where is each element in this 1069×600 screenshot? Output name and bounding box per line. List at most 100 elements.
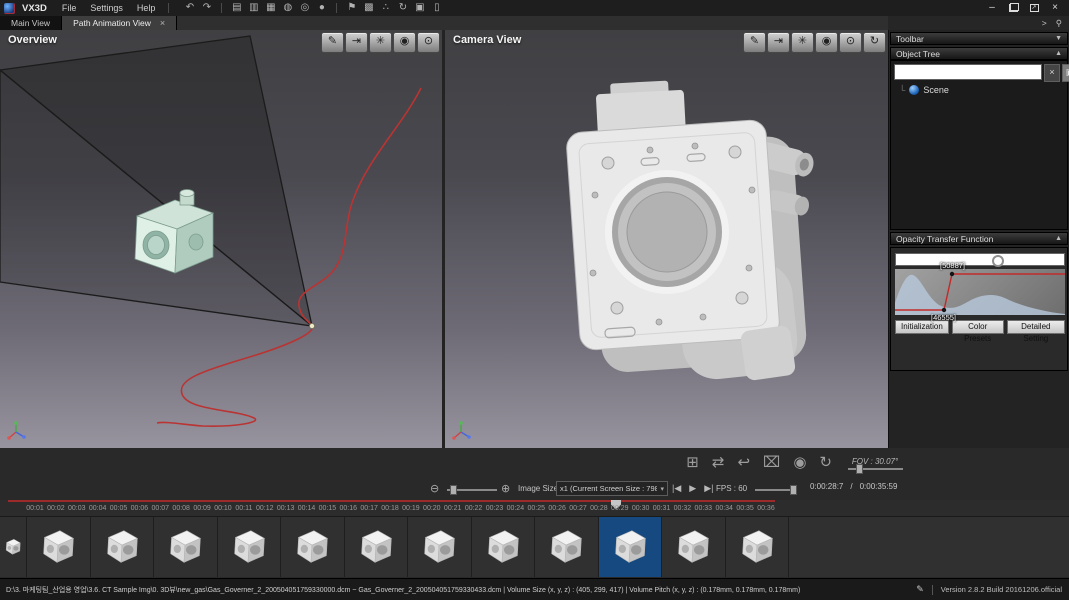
keyframe-thumbnail[interactable] (726, 517, 790, 577)
close-button[interactable]: × (1049, 1, 1061, 15)
keyframe-thumbnail[interactable] (662, 517, 726, 577)
region-icon[interactable]: ▩ (360, 0, 377, 16)
search-clear-button[interactable]: × (1044, 64, 1060, 82)
report-icon[interactable]: ▯ (428, 0, 445, 16)
snapshot-icon[interactable]: ◉ (815, 32, 838, 53)
update-keyframe-icon[interactable]: ⇄ (712, 450, 725, 476)
menu-help[interactable]: Help (130, 0, 163, 16)
effects-icon[interactable]: ✳ (369, 32, 392, 53)
otf-panel-header[interactable]: Opacity Transfer Function ▲ (890, 232, 1068, 245)
minimize-button[interactable]: – (986, 1, 998, 15)
flag-icon[interactable]: ⚑ (343, 0, 360, 16)
camera-viewport[interactable]: Camera View ✎⇥✳◉⊙↻ (445, 30, 888, 448)
restore-button[interactable] (1007, 1, 1019, 15)
keyframe-thumbnail[interactable] (345, 517, 409, 577)
otf-color-bar[interactable] (895, 253, 1065, 266)
initialization-button[interactable]: Initialization (895, 320, 949, 334)
render-mode-icon[interactable]: ◍ (279, 0, 296, 16)
keyframe-thumbnail[interactable] (27, 517, 91, 577)
otf-lower-node[interactable] (942, 308, 946, 312)
chevron-up-icon[interactable]: ▲ (1055, 50, 1062, 57)
edit-note-icon[interactable]: ✎ (916, 584, 924, 595)
sphere-view-icon[interactable]: ● (313, 0, 330, 16)
fps-slider[interactable] (755, 489, 797, 491)
import-keyframe-icon[interactable]: ⇥ (767, 32, 790, 53)
edit-path-icon[interactable]: ✎ (321, 32, 344, 53)
detailed-setting-button[interactable]: Detailed Setting (1007, 320, 1065, 334)
close-icon[interactable]: × (160, 18, 165, 28)
camera-view-tools: ✎⇥✳◉⊙↻ (743, 32, 886, 53)
object-search-input[interactable] (894, 64, 1042, 80)
timeline-zoom-out-icon[interactable]: ⊖ (430, 481, 439, 497)
timeline-range-bar (8, 500, 775, 502)
otf-panel: [50887] [46555] InitializationColor Pres… (890, 247, 1068, 371)
orbit-icon[interactable]: ↻ (863, 32, 886, 53)
overview-3d-canvas[interactable] (0, 30, 442, 448)
chevron-down-icon[interactable]: ▼ (1055, 35, 1062, 42)
color-presets-button[interactable]: Color Presets (952, 320, 1004, 334)
loop-playback-icon[interactable]: ↻ (819, 450, 832, 476)
popout-button[interactable]: ↗ (1028, 1, 1040, 15)
camera-position-dot[interactable] (309, 323, 314, 328)
next-frame-button[interactable]: ▶| (704, 481, 713, 495)
status-separator (932, 585, 933, 595)
object-tree-panel-header[interactable]: Object Tree ▲ (890, 47, 1068, 60)
play-button[interactable]: ▶ (689, 481, 696, 495)
delete-keyframe-icon[interactable]: ⌧ (763, 450, 780, 476)
import-keyframe-icon[interactable]: ⇥ (345, 32, 368, 53)
save-icon[interactable]: ▦ (262, 0, 279, 16)
insert-keyframe-icon[interactable]: ↩ (737, 450, 750, 476)
point-cloud-icon[interactable]: ∴ (377, 0, 394, 16)
timeline-zoom-in-icon[interactable]: ⊕ (501, 481, 510, 497)
redo-icon[interactable]: ↷ (198, 0, 215, 16)
keyframe-thumbnail[interactable] (281, 517, 345, 577)
keyframe-thumbnail[interactable] (218, 517, 282, 577)
menu-settings[interactable]: Settings (83, 0, 130, 16)
tab-main-view[interactable]: Main View (0, 16, 62, 30)
notes-icon[interactable]: ▥ (245, 0, 262, 16)
otf-histogram[interactable] (895, 269, 1065, 315)
timeline-zoom-slider-handle[interactable] (450, 485, 457, 495)
timeline-ruler[interactable]: 00:0100:0200:0300:0400:0500:0600:0700:08… (0, 500, 1069, 516)
keyframe-thumbnail[interactable] (154, 517, 218, 577)
keyframe-thumbnail[interactable] (0, 517, 27, 577)
toolbar-panel-header[interactable]: Toolbar ▼ (890, 32, 1068, 45)
effects-icon[interactable]: ✳ (791, 32, 814, 53)
search-options-button[interactable]: ▣ (1062, 64, 1069, 82)
chevron-up-icon[interactable]: ▲ (1055, 235, 1062, 242)
image-size-dropdown[interactable]: x1 (Current Screen Size : 798x751) ▾ (556, 481, 668, 496)
sidebar-expand-icon[interactable]: > (1042, 17, 1047, 29)
snapshot-icon[interactable]: ◎ (296, 0, 313, 16)
fov-slider[interactable] (848, 468, 903, 470)
fps-slider-handle[interactable] (790, 485, 797, 495)
fov-slider-handle[interactable] (856, 464, 863, 474)
current-time: 0:00:28:7 (810, 482, 843, 491)
edit-path-icon[interactable]: ✎ (743, 32, 766, 53)
menu-file[interactable]: File (55, 0, 84, 16)
keyframe-thumbnail[interactable] (472, 517, 536, 577)
undo-icon[interactable]: ↶ (181, 0, 198, 16)
navigation-icon[interactable]: ⊙ (417, 32, 440, 53)
camera-3d-canvas[interactable] (445, 30, 888, 448)
keyframe-thumbnail[interactable] (91, 517, 155, 577)
snapshot-icon[interactable]: ◉ (393, 32, 416, 53)
tree-item-scene[interactable]: └ Scene (899, 85, 949, 95)
keyframe-thumbnail[interactable] (599, 517, 663, 577)
time-separator: / (850, 482, 852, 491)
open-icon[interactable]: ▤ (228, 0, 245, 16)
navigation-icon[interactable]: ⊙ (839, 32, 862, 53)
keyframe-thumbnail[interactable] (535, 517, 599, 577)
otf-color-handle[interactable] (992, 255, 1004, 267)
annotation-icon[interactable]: ▣ (411, 0, 428, 16)
overview-viewport[interactable]: Overview ✎⇥✳◉⊙ (0, 30, 442, 448)
export-video-icon[interactable]: ◉ (793, 450, 806, 476)
keyframe-thumbnail[interactable] (408, 517, 472, 577)
object-tree-search-row: × ▣ (894, 64, 1069, 82)
tab-path-animation-view[interactable]: Path Animation View× (62, 16, 177, 30)
prev-frame-button[interactable]: |◀ (672, 481, 681, 495)
rotate-icon[interactable]: ↻ (394, 0, 411, 16)
otf-upper-node[interactable] (950, 272, 954, 276)
add-keyframe-icon[interactable]: ⊞ (686, 450, 699, 476)
sidebar-pin-icon[interactable]: ⚲ (1056, 17, 1062, 29)
timeline-zoom-slider[interactable] (447, 489, 497, 491)
